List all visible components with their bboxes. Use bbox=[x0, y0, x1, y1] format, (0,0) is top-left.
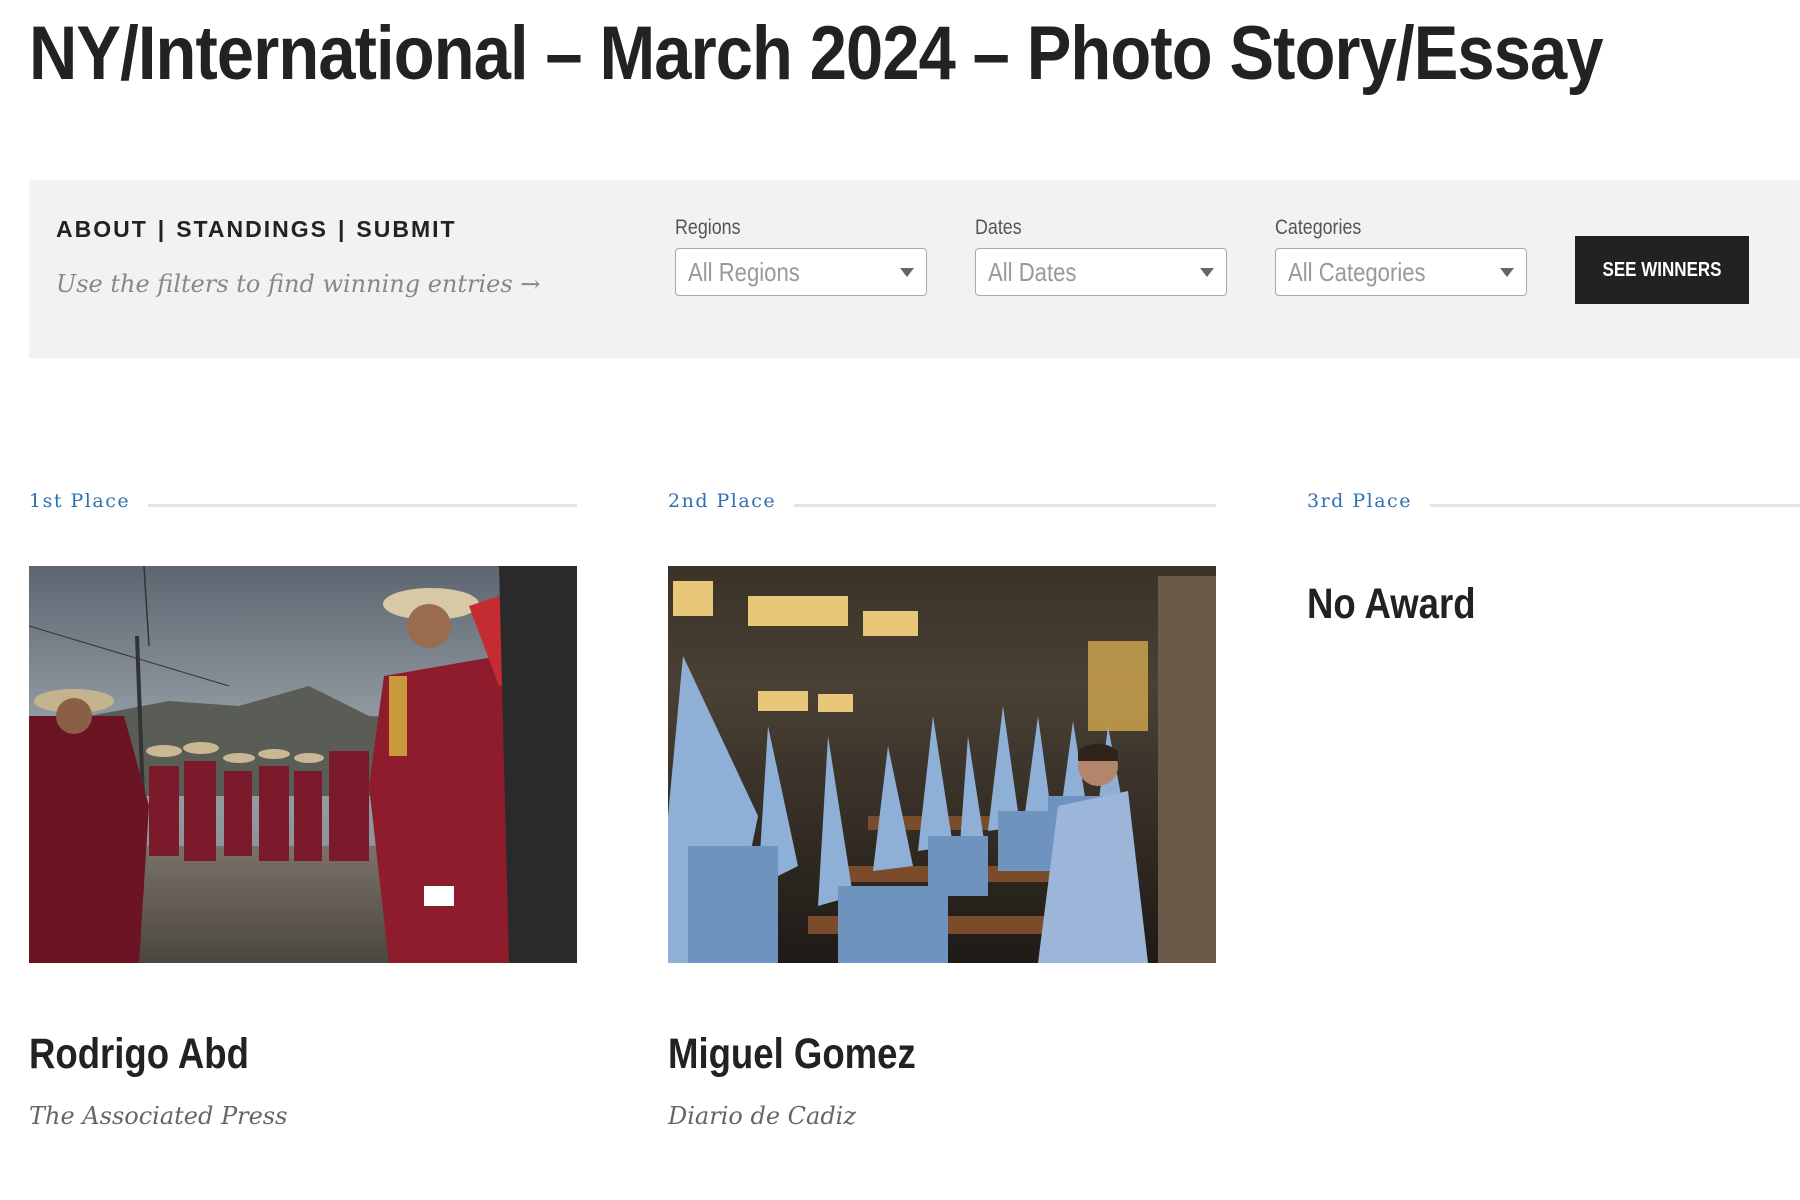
winner-organization: The Associated Press bbox=[29, 1102, 288, 1130]
place-label: 1st Place bbox=[29, 490, 149, 512]
dates-label: Dates bbox=[975, 216, 1022, 239]
categories-select[interactable]: All Categories bbox=[1275, 248, 1527, 296]
no-award-text: No Award bbox=[1307, 580, 1476, 628]
place-column-3: 3rd Place No Award bbox=[1307, 490, 1800, 628]
chevron-down-icon bbox=[1500, 268, 1514, 277]
dates-filter: Dates All Dates bbox=[975, 216, 1227, 296]
regions-filter: Regions All Regions bbox=[675, 216, 927, 296]
winner-organization: Diario de Cadiz bbox=[668, 1102, 857, 1130]
place-label: 2nd Place bbox=[668, 490, 795, 512]
dates-select-value: All Dates bbox=[988, 257, 1077, 287]
winner-name[interactable]: Rodrigo Abd bbox=[29, 1030, 249, 1079]
regions-label: Regions bbox=[675, 216, 741, 239]
nav-link-submit[interactable]: SUBMIT bbox=[356, 216, 456, 242]
see-winners-button[interactable]: SEE WINNERS bbox=[1575, 236, 1749, 304]
filter-nav: ABOUT | STANDINGS | SUBMIT bbox=[56, 216, 457, 243]
nav-link-standings[interactable]: STANDINGS bbox=[176, 216, 328, 242]
place-column-1: 1st Place Rodrigo Abd The Associated Pre… bbox=[29, 490, 577, 1130]
winner-name[interactable]: Miguel Gomez bbox=[668, 1030, 916, 1079]
categories-select-value: All Categories bbox=[1288, 257, 1426, 287]
place-header: 3rd Place bbox=[1307, 490, 1800, 520]
page: NY/International – March 2024 – Photo St… bbox=[0, 0, 1800, 1200]
categories-label: Categories bbox=[1275, 216, 1362, 239]
see-winners-label: SEE WINNERS bbox=[1602, 258, 1722, 281]
regions-select-value: All Regions bbox=[688, 257, 800, 287]
chevron-down-icon bbox=[1200, 268, 1214, 277]
regions-select[interactable]: All Regions bbox=[675, 248, 927, 296]
categories-filter: Categories All Categories bbox=[1275, 216, 1527, 296]
winner-photo-1[interactable] bbox=[29, 566, 577, 963]
chevron-down-icon bbox=[900, 268, 914, 277]
place-label: 3rd Place bbox=[1307, 490, 1430, 512]
place-column-2: 2nd Place Miguel Gomez Diario de Cadiz bbox=[668, 490, 1216, 1130]
winner-photo-2[interactable] bbox=[668, 566, 1216, 963]
filter-bar: ABOUT | STANDINGS | SUBMIT Use the filters t… bbox=[29, 180, 1800, 358]
nav-separator: | bbox=[157, 216, 167, 242]
place-header: 1st Place bbox=[29, 490, 577, 520]
page-title: NY/International – March 2024 – Photo St… bbox=[29, 11, 1604, 96]
place-header: 2nd Place bbox=[668, 490, 1216, 520]
nav-link-about[interactable]: ABOUT bbox=[56, 216, 148, 242]
dates-select[interactable]: All Dates bbox=[975, 248, 1227, 296]
nav-separator: | bbox=[337, 216, 347, 242]
filter-hint: Use the filters to find winning entries … bbox=[56, 270, 541, 298]
